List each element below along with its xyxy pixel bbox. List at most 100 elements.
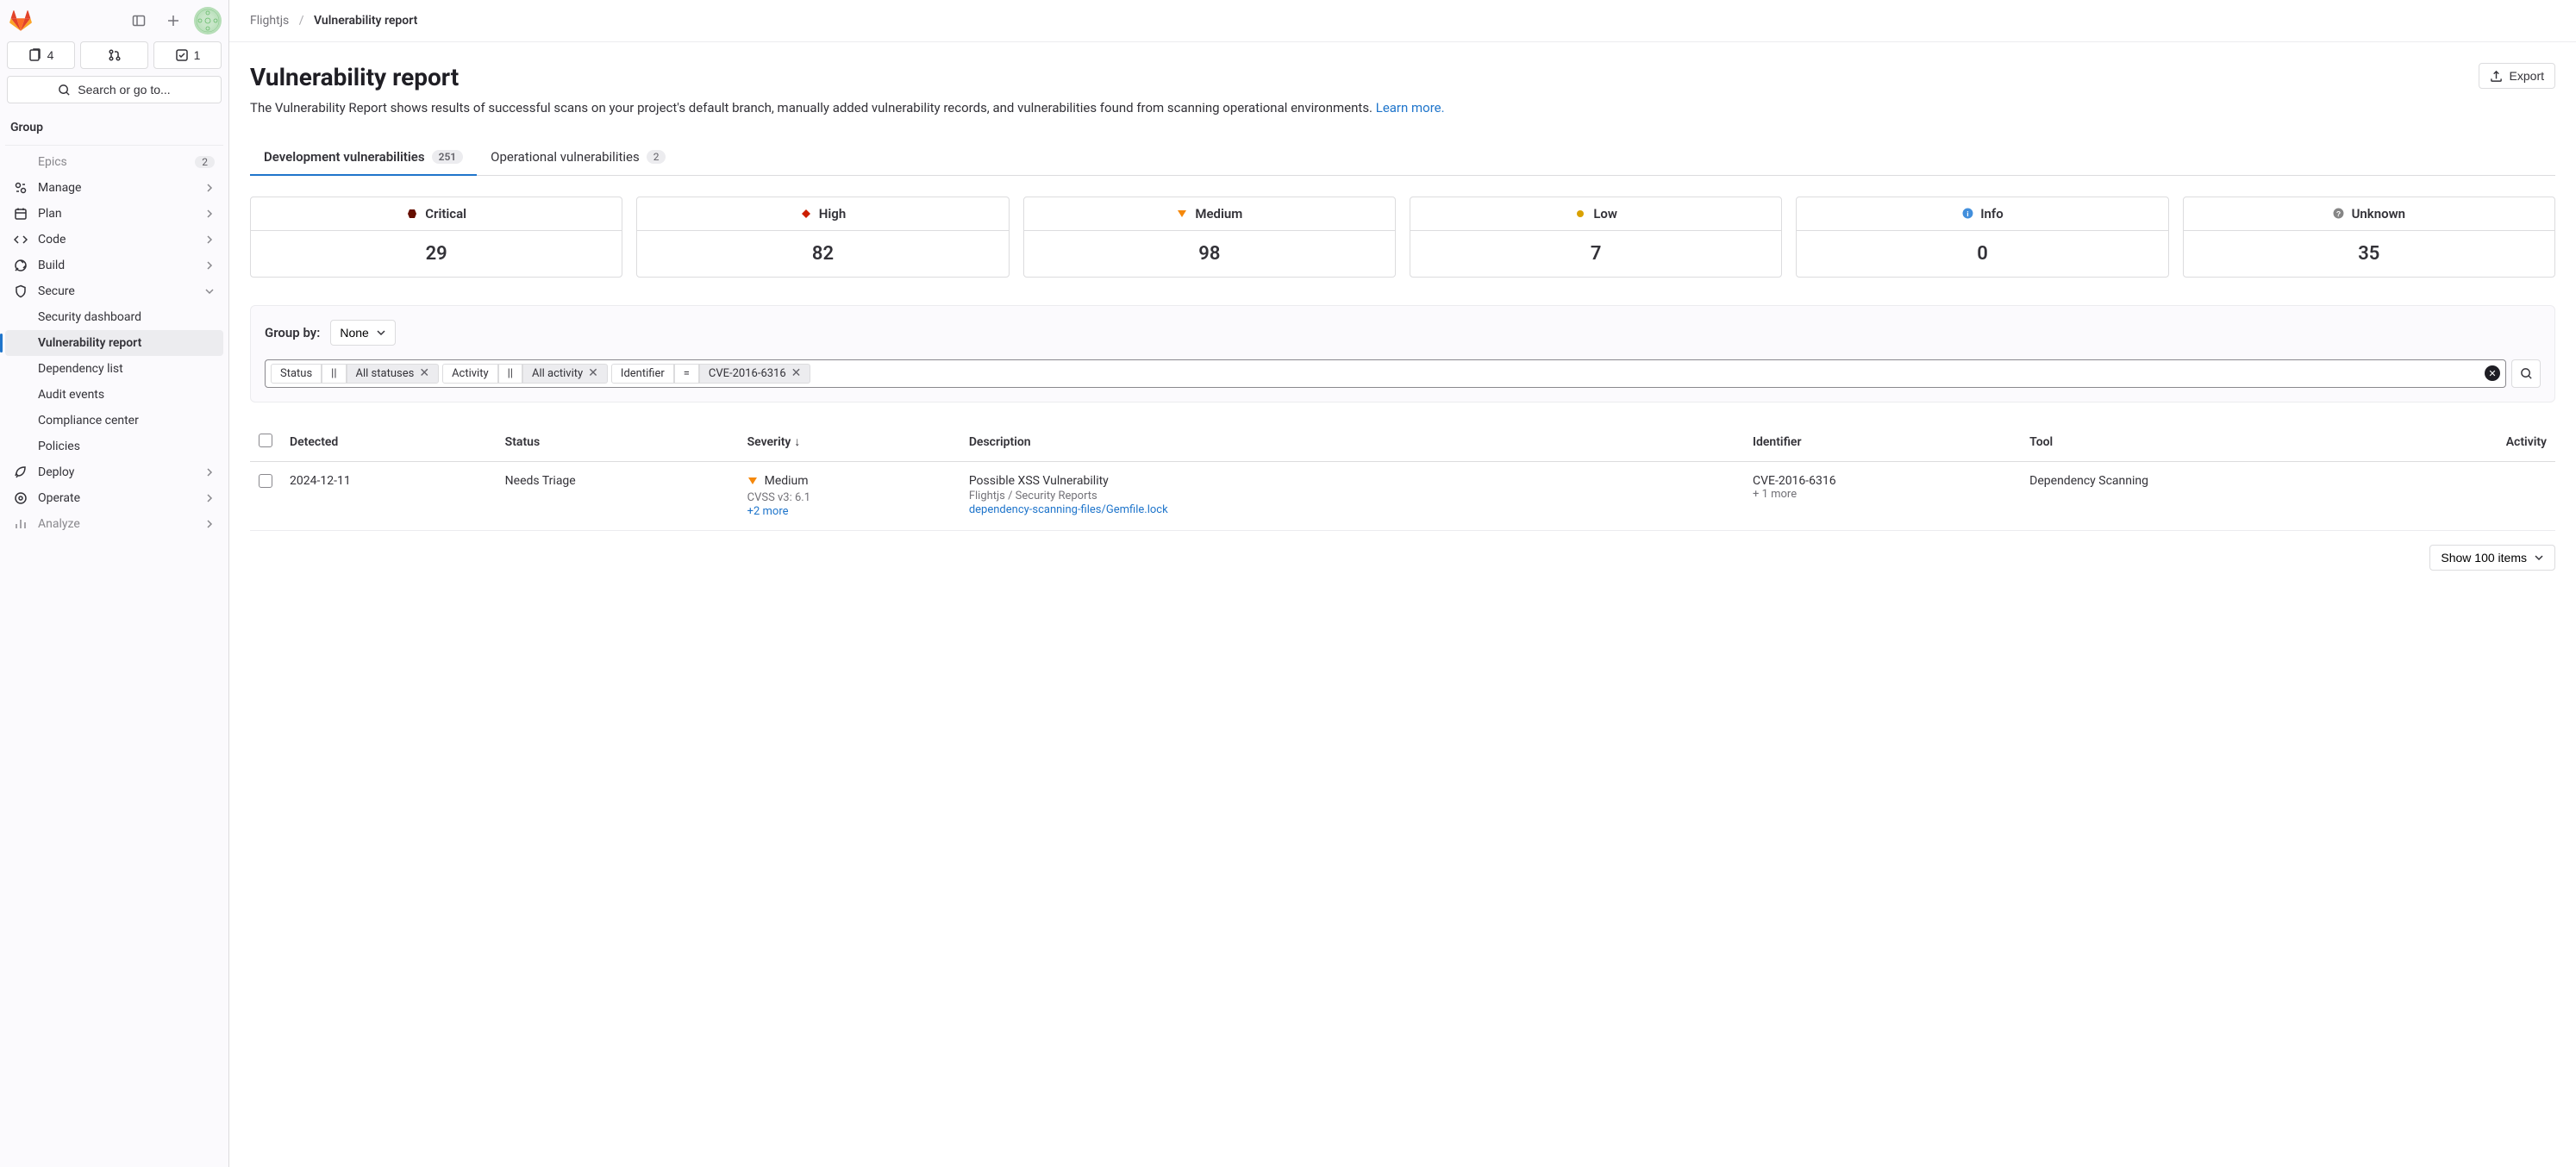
col-activity[interactable]: Activity xyxy=(2396,423,2555,462)
sidebar-header xyxy=(0,0,228,41)
merge-requests-counter-button[interactable] xyxy=(80,41,148,69)
filter-token-identifier[interactable]: Identifier = CVE-2016-6316✕ xyxy=(611,364,811,384)
col-identifier[interactable]: Identifier xyxy=(1744,423,2021,462)
select-all-checkbox[interactable] xyxy=(259,434,272,447)
analyze-icon xyxy=(14,517,28,531)
chevron-right-icon xyxy=(204,260,215,271)
cell-identifier: CVE-2016-6316 + 1 more xyxy=(1744,461,2021,530)
group-by-select[interactable]: None xyxy=(330,320,395,346)
filter-token-status[interactable]: Status || All statuses✕ xyxy=(271,364,439,384)
row-checkbox[interactable] xyxy=(259,474,272,488)
show-items-button[interactable]: Show 100 items xyxy=(2429,545,2555,571)
high-icon xyxy=(800,208,812,220)
todos-counter-button[interactable]: 1 xyxy=(153,41,222,69)
search-filter-button[interactable] xyxy=(2511,359,2541,388)
sidebar-item-plan[interactable]: Plan xyxy=(5,201,223,227)
page-title: Vulnerability report xyxy=(250,63,459,91)
cell-activity xyxy=(2396,461,2555,530)
low-count: 7 xyxy=(1410,231,1781,277)
close-icon[interactable]: ✕ xyxy=(791,367,802,379)
severity-more-link[interactable]: +2 more xyxy=(747,505,789,518)
export-button[interactable]: Export xyxy=(2479,63,2555,89)
cell-status: Needs Triage xyxy=(497,461,739,530)
sidebar-subitem-security-dashboard[interactable]: Security dashboard xyxy=(5,304,223,330)
severity-card-medium[interactable]: Medium 98 xyxy=(1023,197,1396,278)
close-icon[interactable]: ✕ xyxy=(588,367,598,379)
shield-icon xyxy=(14,284,28,298)
sidebar: 4 1 Search or go to... Group Epics 2 xyxy=(0,0,229,1167)
sidebar-item-analyze[interactable]: Analyze xyxy=(5,511,223,537)
code-icon xyxy=(14,233,28,247)
plan-icon xyxy=(14,207,28,221)
issue-icon xyxy=(28,48,42,62)
tab-operational-vulnerabilities[interactable]: Operational vulnerabilities 2 xyxy=(477,139,679,175)
medium-icon xyxy=(747,476,758,486)
info-count: 0 xyxy=(1797,231,2167,277)
user-avatar[interactable] xyxy=(194,7,222,34)
sidebar-item-epics[interactable]: Epics 2 xyxy=(5,149,223,175)
unknown-icon: ? xyxy=(2333,208,2345,220)
tab-development-vulnerabilities[interactable]: Development vulnerabilities 251 xyxy=(250,139,477,175)
severity-cards: Critical 29 High 82 Medium 98 Low 7 iInf… xyxy=(250,197,2555,278)
chevron-right-icon xyxy=(204,493,215,503)
page-description: The Vulnerability Report shows results o… xyxy=(250,98,2555,118)
col-detected[interactable]: Detected xyxy=(281,423,497,462)
sidebar-subitem-compliance-center[interactable]: Compliance center xyxy=(5,408,223,434)
high-count: 82 xyxy=(637,231,1008,277)
breadcrumb-current: Vulnerability report xyxy=(314,14,417,28)
low-icon xyxy=(1574,208,1586,220)
tab-dev-count: 251 xyxy=(432,150,464,164)
col-severity[interactable]: Severity↓ xyxy=(739,423,960,462)
chevron-right-icon xyxy=(204,209,215,219)
filter-token-activity[interactable]: Activity || All activity✕ xyxy=(442,364,608,384)
group-by-label: Group by: xyxy=(265,325,320,340)
close-icon[interactable]: ✕ xyxy=(419,367,429,379)
search-button[interactable]: Search or go to... xyxy=(7,76,222,103)
severity-card-info[interactable]: iInfo 0 xyxy=(1796,197,2168,278)
sidebar-item-manage[interactable]: Manage xyxy=(5,175,223,201)
critical-count: 29 xyxy=(251,231,622,277)
chevron-right-icon xyxy=(204,467,215,477)
learn-more-link[interactable]: Learn more. xyxy=(1376,100,1445,115)
search-icon xyxy=(2520,367,2533,380)
issues-count: 4 xyxy=(47,48,54,62)
issues-counter-button[interactable]: 4 xyxy=(7,41,75,69)
collapse-sidebar-icon[interactable] xyxy=(125,7,153,34)
sidebar-subitem-policies[interactable]: Policies xyxy=(5,434,223,459)
severity-card-low[interactable]: Low 7 xyxy=(1410,197,1782,278)
cell-description: Possible XSS Vulnerability Flightjs / Se… xyxy=(960,461,1744,530)
severity-card-high[interactable]: High 82 xyxy=(636,197,1009,278)
sidebar-item-secure[interactable]: Secure xyxy=(5,278,223,304)
severity-card-unknown[interactable]: ?Unknown 35 xyxy=(2183,197,2555,278)
export-icon xyxy=(2490,70,2503,83)
sidebar-subitem-vulnerability-report[interactable]: Vulnerability report xyxy=(5,330,223,356)
col-description[interactable]: Description xyxy=(960,423,1744,462)
vuln-title[interactable]: Possible XSS Vulnerability xyxy=(969,474,1735,488)
sidebar-item-build[interactable]: Build xyxy=(5,253,223,278)
epics-count-badge: 2 xyxy=(195,156,215,168)
chevron-down-icon xyxy=(376,328,386,338)
sidebar-item-operate[interactable]: Operate xyxy=(5,485,223,511)
unknown-count: 35 xyxy=(2184,231,2554,277)
clear-filters-button[interactable]: ✕ xyxy=(2485,365,2500,381)
medium-icon xyxy=(1176,208,1188,220)
col-tool[interactable]: Tool xyxy=(2021,423,2396,462)
vuln-file-link[interactable]: dependency-scanning-files/Gemfile.lock xyxy=(969,503,1168,516)
table-row: 2024-12-11 Needs Triage Medium CVSS v3: … xyxy=(250,461,2555,530)
sidebar-subitem-dependency-list[interactable]: Dependency list xyxy=(5,356,223,382)
sidebar-item-code[interactable]: Code xyxy=(5,227,223,253)
chevron-right-icon xyxy=(204,183,215,193)
plus-icon[interactable] xyxy=(159,7,187,34)
sidebar-item-deploy[interactable]: Deploy xyxy=(5,459,223,485)
breadcrumb-project[interactable]: Flightjs xyxy=(250,14,289,28)
severity-card-critical[interactable]: Critical 29 xyxy=(250,197,622,278)
sidebar-subitem-audit-events[interactable]: Audit events xyxy=(5,382,223,408)
gitlab-logo[interactable] xyxy=(7,7,34,34)
col-status[interactable]: Status xyxy=(497,423,739,462)
filters-section: Group by: None Status || All statuses✕ xyxy=(250,305,2555,403)
filter-input[interactable]: Status || All statuses✕ Activity || All … xyxy=(265,359,2506,388)
sort-desc-icon: ↓ xyxy=(794,435,800,449)
breadcrumb: Flightjs / Vulnerability report xyxy=(229,0,2576,42)
critical-icon xyxy=(406,208,418,220)
info-icon: i xyxy=(1961,208,1973,220)
